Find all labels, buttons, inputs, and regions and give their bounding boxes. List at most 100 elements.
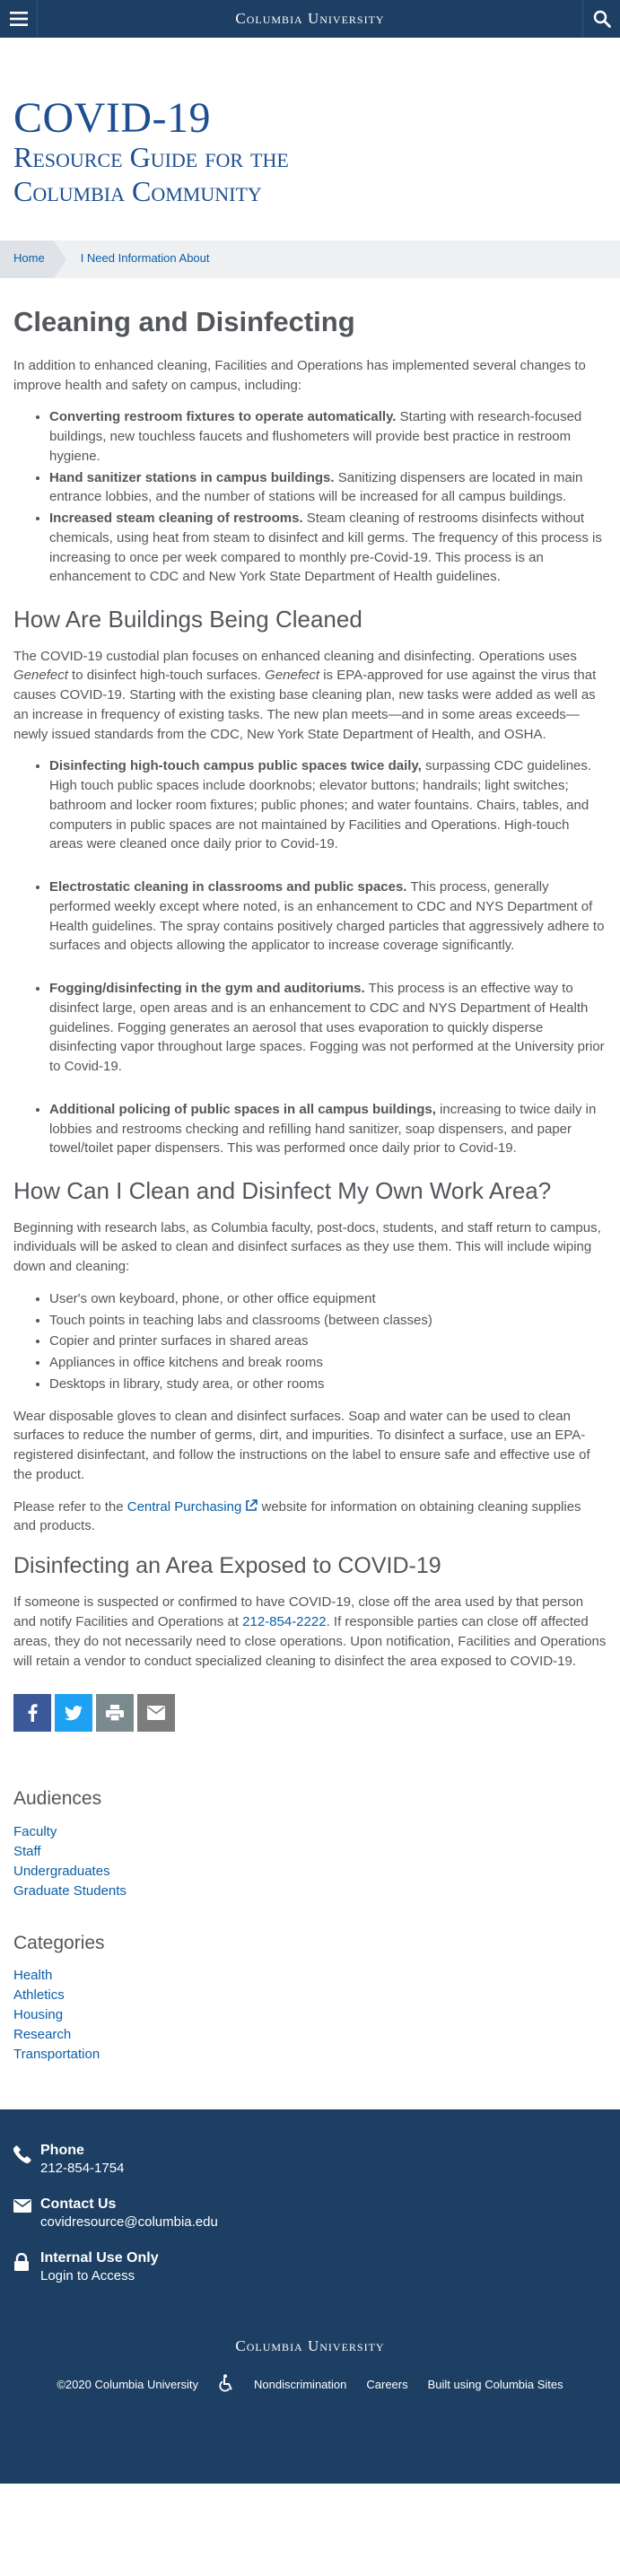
external-link-icon [246, 1498, 258, 1511]
list-item-bold: Disinfecting high-touch campus public sp… [49, 758, 422, 774]
built-using-link[interactable]: Built using Columbia Sites [428, 2377, 563, 2394]
list-item-bold: Additional policing of public spaces in … [49, 1101, 436, 1117]
nondiscrimination-link[interactable]: Nondiscrimination [254, 2377, 346, 2394]
site-footer: Phone 212-854-1754 Contact Us covidresou… [0, 2109, 620, 2484]
category-link-transportation[interactable]: Transportation [13, 2047, 100, 2062]
breadcrumb: Home I Need Information About [0, 240, 620, 278]
envelope-icon [13, 2196, 40, 2219]
footer-links: ©2020 Columbia University Nondiscriminat… [13, 2358, 607, 2484]
list-item: Fogging/disinfecting in the gym and audi… [49, 979, 607, 1077]
list-item: User's own keyboard, phone, or other off… [49, 1289, 607, 1309]
phone-icon [13, 2142, 40, 2170]
footer-phone: Phone 212-854-1754 [13, 2142, 607, 2178]
share-buttons [13, 1694, 607, 1733]
site-title[interactable]: COVID-19 Resource Guide for the Columbia… [13, 97, 607, 208]
breadcrumb-home-link[interactable]: Home [0, 240, 66, 278]
list-item-bold: Converting restroom fixtures to operate … [49, 409, 397, 425]
section-heading-buildings: How Are Buildings Being Cleaned [13, 606, 362, 633]
contact-email-link[interactable]: covidresource@columbia.edu [40, 2214, 218, 2230]
page-title: Cleaning and Disinfecting [13, 305, 355, 337]
list-item-bold: Hand sanitizer stations in campus buildi… [49, 469, 335, 485]
print-icon[interactable] [96, 1694, 134, 1733]
list-item: Research [13, 2025, 607, 2045]
phone-number[interactable]: 212-854-1754 [40, 2160, 124, 2178]
category-link-athletics[interactable]: Athletics [13, 1987, 65, 2003]
careers-link[interactable]: Careers [366, 2377, 407, 2394]
list-item: Desktops in library, study area, or othe… [49, 1375, 607, 1394]
list-item: Converting restroom fixtures to operate … [49, 407, 607, 466]
university-wordmark[interactable]: Columbia University [0, 8, 620, 31]
categories-block: Categories Health Athletics Housing Rese… [13, 1930, 607, 2065]
hamburger-menu-icon[interactable] [0, 0, 38, 38]
list-item: Appliances in office kitchens and break … [49, 1353, 607, 1373]
text-span: The COVID-19 custodial plan focuses on e… [13, 648, 577, 664]
central-purchasing-paragraph: Please refer to the Central Purchasing w… [13, 1498, 607, 1537]
breadcrumb-current-link[interactable]: I Need Information About [54, 250, 210, 267]
list-item: Undergraduates [13, 1862, 607, 1882]
phone-title: Phone [40, 2143, 84, 2159]
product-name: Genefect [13, 668, 68, 684]
categories-heading: Categories [13, 1932, 105, 1953]
facilities-phone-link[interactable]: 212-854-2222 [242, 1614, 326, 1629]
list-item: Health [13, 1966, 607, 1986]
list-item-bold: Fogging/disinfecting in the gym and audi… [49, 981, 365, 997]
cleaning-measures-list: Disinfecting high-touch campus public sp… [49, 756, 607, 1158]
categories-list: Health Athletics Housing Research Transp… [13, 1966, 607, 2065]
audience-link-faculty[interactable]: Faculty [13, 1824, 57, 1839]
list-item: Touch points in teaching labs and classr… [49, 1311, 607, 1331]
audience-link-graduate-students[interactable]: Graduate Students [13, 1883, 127, 1899]
site-title-banner: COVID-19 Resource Guide for the Columbia… [0, 38, 620, 240]
category-link-research[interactable]: Research [13, 2027, 71, 2042]
text-span: to disinfect high-touch surfaces. [67, 668, 266, 684]
top-navigation-bar: Columbia University [0, 0, 620, 38]
central-purchasing-link[interactable]: Central Purchasing [127, 1499, 258, 1515]
list-item-bold: Electrostatic cleaning in classrooms and… [49, 879, 407, 895]
lock-icon [13, 2249, 40, 2277]
list-item: Electrostatic cleaning in classrooms and… [49, 878, 607, 956]
list-item-bold: Increased steam cleaning of restrooms. [49, 511, 303, 527]
login-suffix: to Access [73, 2268, 135, 2284]
list-item: Hand sanitizer stations in campus buildi… [49, 468, 607, 508]
list-item: Athletics [13, 1986, 607, 2005]
login-link[interactable]: Login [40, 2268, 74, 2283]
site-title-line3: Columbia Community [13, 174, 262, 207]
list-item: Copier and printer surfaces in shared ar… [49, 1332, 607, 1351]
category-link-health[interactable]: Health [13, 1968, 52, 1983]
list-item: Faculty [13, 1822, 607, 1842]
work-area-intro: Beginning with research labs, as Columbi… [13, 1219, 601, 1275]
contact-title: Contact Us [40, 2196, 117, 2213]
audiences-list: Faculty Staff Undergraduates Graduate St… [13, 1822, 607, 1901]
footer-wordmark[interactable]: Columbia University [13, 2303, 607, 2358]
intro-paragraph: In addition to enhanced cleaning, Facili… [13, 357, 586, 393]
list-item: Increased steam cleaning of restrooms. S… [49, 509, 607, 587]
audiences-heading: Audiences [13, 1788, 102, 1810]
list-item: Housing [13, 2005, 607, 2025]
site-title-line2: Resource Guide for the [13, 141, 289, 173]
footer-contact: Contact Us covidresource@columbia.edu [13, 2196, 607, 2231]
facebook-icon[interactable] [13, 1694, 51, 1733]
exposed-area-paragraph: If someone is suspected or confirmed to … [13, 1593, 607, 1671]
list-item: Disinfecting high-touch campus public sp… [49, 756, 607, 854]
product-name: Genefect [265, 668, 320, 684]
email-icon[interactable] [137, 1694, 175, 1733]
internal-title: Internal Use Only [40, 2250, 159, 2266]
text-span: Please refer to the [13, 1498, 127, 1515]
audience-link-staff[interactable]: Staff [13, 1844, 41, 1859]
main-content: Cleaning and Disinfecting In addition to… [0, 278, 620, 2065]
intro-list: Converting restroom fixtures to operate … [49, 407, 607, 587]
copyright: ©2020 Columbia University [57, 2378, 199, 2392]
audiences-block: Audiences Faculty Staff Undergraduates G… [13, 1786, 607, 1900]
list-item: Transportation [13, 2045, 607, 2065]
list-item: Staff [13, 1842, 607, 1862]
twitter-icon[interactable] [55, 1694, 92, 1733]
category-link-housing[interactable]: Housing [13, 2007, 63, 2022]
custodial-plan-paragraph: The COVID-19 custodial plan focuses on e… [13, 647, 607, 745]
gloves-paragraph: Wear disposable gloves to clean and disi… [13, 1408, 590, 1482]
site-title-line1: COVID-19 [13, 94, 211, 142]
list-item: Graduate Students [13, 1882, 607, 1901]
section-heading-exposed-area: Disinfecting an Area Exposed to COVID-19 [13, 1553, 441, 1579]
audience-link-undergraduates[interactable]: Undergraduates [13, 1864, 110, 1879]
accessibility-icon[interactable] [218, 2374, 234, 2397]
work-area-list: User's own keyboard, phone, or other off… [49, 1289, 607, 1394]
search-icon[interactable] [582, 0, 620, 38]
